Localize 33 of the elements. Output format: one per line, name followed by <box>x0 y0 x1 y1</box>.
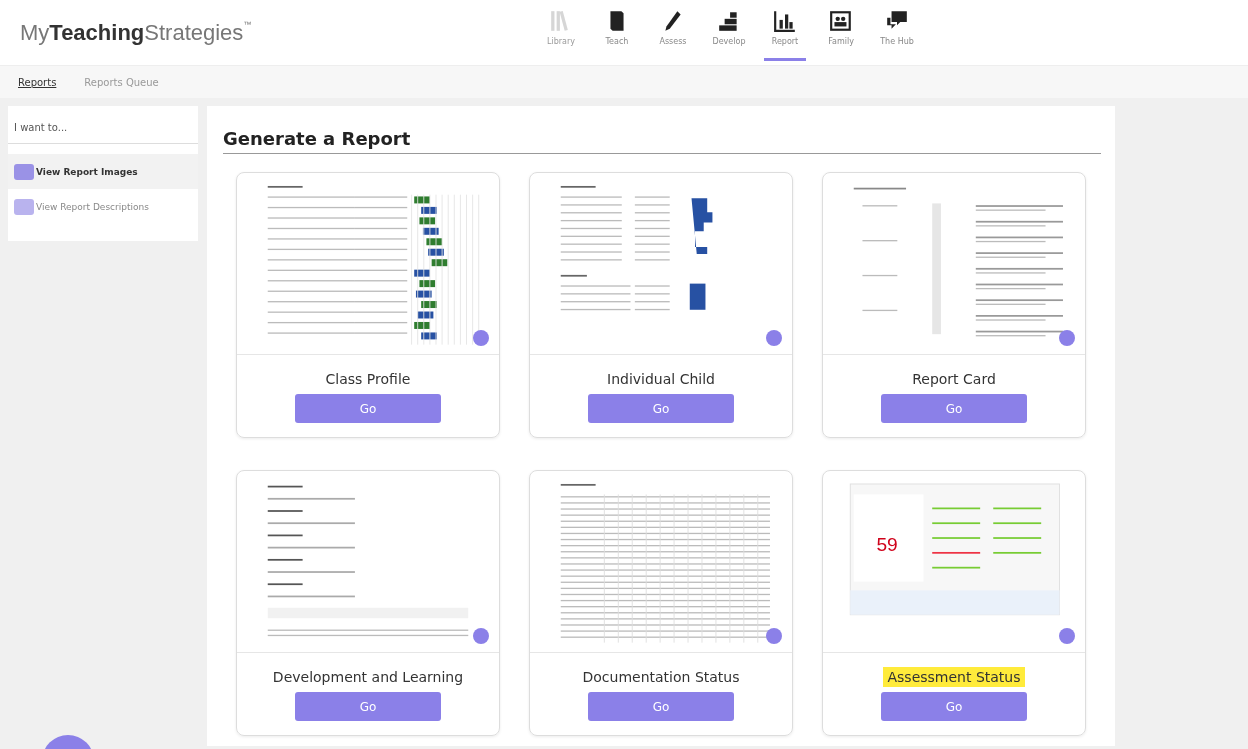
picture-frame-icon <box>829 8 853 33</box>
go-button[interactable]: Go <box>881 692 1027 721</box>
nav-tab[interactable]: Family <box>820 4 862 61</box>
sidebar-item[interactable]: View Report Descriptions <box>8 189 198 224</box>
info-icon[interactable] <box>1059 628 1075 644</box>
card-title: Development and Learning <box>271 668 465 687</box>
nav-tab[interactable]: Report <box>764 4 806 61</box>
info-icon[interactable] <box>766 330 782 346</box>
card-title: Class Profile <box>324 370 412 389</box>
info-icon[interactable] <box>1059 330 1075 346</box>
card-title: Individual Child <box>606 370 716 389</box>
card-title: Report Card <box>911 370 997 389</box>
info-icon[interactable] <box>473 330 489 346</box>
nav-tab[interactable]: Develop <box>708 4 750 61</box>
card-title: Assessment Status <box>883 667 1025 687</box>
sidebar-item[interactable]: View Report Images <box>8 154 198 189</box>
go-button[interactable]: Go <box>295 394 441 423</box>
card-title: Documentation Status <box>581 668 741 687</box>
info-icon[interactable] <box>473 628 489 644</box>
go-button[interactable]: Go <box>588 692 734 721</box>
info-icon[interactable] <box>766 628 782 644</box>
sidebar-heading: I want to... <box>8 106 198 144</box>
go-button[interactable]: Go <box>588 394 734 423</box>
nav-tab[interactable]: The Hub <box>876 4 918 61</box>
go-button[interactable]: Go <box>881 394 1027 423</box>
bar-chart-icon <box>773 8 797 33</box>
brand-logo[interactable]: MyTeachingStrategies™ <box>20 19 540 46</box>
report-tab[interactable]: Reports <box>18 76 57 88</box>
nav-tab[interactable]: Assess <box>652 4 694 61</box>
nav-tab[interactable]: Teach <box>596 4 638 61</box>
report-tab[interactable]: Reports Queue <box>84 76 159 88</box>
go-button[interactable]: Go <box>295 692 441 721</box>
page-title: Generate a Report <box>223 106 1101 154</box>
